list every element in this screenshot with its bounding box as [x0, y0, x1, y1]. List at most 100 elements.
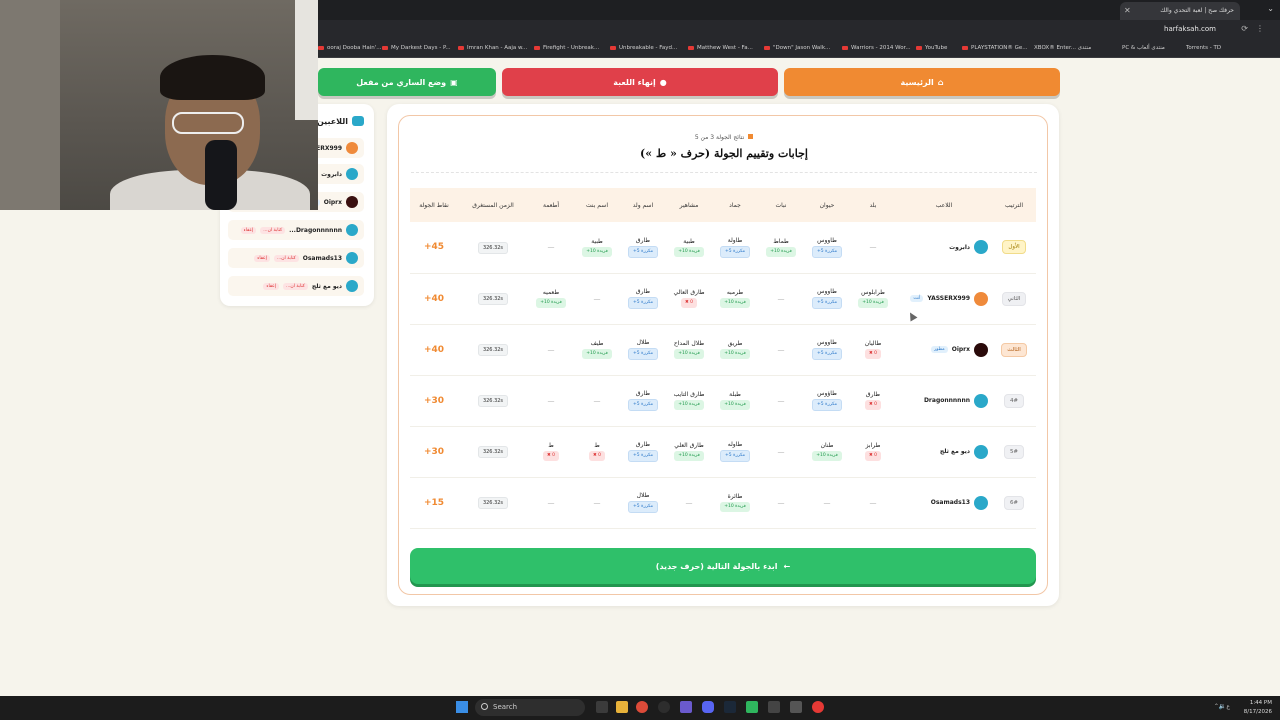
player-list-item[interactable]: Dragonnnnnn... كتابة ان... إعفاء — [228, 220, 364, 240]
bookmark-item[interactable]: XBOX® Enter... منتدى — [1034, 45, 1091, 51]
answer-cell: طارق العلي فريدة 10+ — [666, 426, 712, 478]
kick-button[interactable]: إعفاء — [254, 254, 270, 262]
home-icon: ⌂ — [937, 77, 944, 87]
bookmark-item[interactable]: PLAYSTATION® Ge... — [962, 45, 1028, 51]
kick-button[interactable]: إعفاء — [240, 226, 257, 234]
score-chip: مكررة 5+ — [720, 450, 750, 462]
player-cell: Oiprx مطور — [896, 324, 992, 376]
points-cell: 15+ — [410, 477, 458, 529]
empty-answer: — — [777, 396, 785, 405]
time-cell: 326.32s — [458, 273, 528, 325]
bookmark-item[interactable]: My Darkest Days - P... — [382, 45, 451, 51]
app-icon[interactable] — [790, 701, 802, 713]
webcam-background — [295, 0, 318, 120]
window-controls-icon[interactable]: ⌄ — [1267, 4, 1274, 13]
player-name: Dragonnnnnn — [923, 397, 970, 404]
home-button[interactable]: ⌂ الرئيسية — [784, 68, 1060, 96]
you-badge: أنت — [910, 295, 924, 302]
answer-cell: طاووس مكررة 5+ — [804, 324, 850, 376]
answer-cell: ط0 ✖ — [574, 426, 620, 478]
obs-icon[interactable] — [812, 701, 824, 713]
bookmark-item[interactable]: "Down" Jason Walk... — [764, 45, 830, 51]
bookmark-item[interactable]: Unbreakable - Fayd... — [610, 45, 677, 51]
browser-tab[interactable]: ✕ حرفك صح | لعبة التحدي والك — [1120, 2, 1240, 20]
score-chip: مكررة 5+ — [628, 399, 658, 411]
bookmark-item[interactable]: Warriors - 2014 Wor... — [842, 45, 911, 51]
player-list-item[interactable]: ديو مع ثلج كتابة ان... إعفاء — [228, 276, 364, 296]
youtube-icon — [318, 45, 324, 50]
answer-word: ط — [548, 442, 554, 450]
answer-word: طرابلوس — [861, 289, 885, 297]
app-icon[interactable] — [680, 701, 692, 713]
steam-icon[interactable] — [724, 701, 736, 713]
answer-cell: طارق التايب فريدة 10+ — [666, 375, 712, 427]
empty-answer: — — [777, 294, 785, 303]
bookmark-item[interactable]: Torrents - TD — [1186, 45, 1221, 51]
answer: طرابلوس فريدة 10+ — [858, 289, 888, 308]
elapsed-time: 326.32s — [477, 446, 509, 458]
typing-badge: كتابة ان... — [273, 254, 299, 262]
empty-answer: — — [547, 396, 555, 405]
developer-badge: مطور — [931, 346, 948, 353]
score-chip: فريدة 10+ — [720, 502, 750, 512]
answer-cell: — — [666, 477, 712, 529]
answer: طلال مكررة 5+ — [628, 492, 658, 513]
next-round-button[interactable]: ← ابدء بالجولة التالية (حرف جديد) — [410, 548, 1036, 584]
answer: طارق العالي 0 ✖ — [673, 289, 705, 308]
rank-badge: الثالث — [1001, 342, 1027, 357]
app-icon[interactable] — [746, 701, 758, 713]
close-tab-icon[interactable]: ✕ — [1124, 2, 1131, 20]
answer: طريق فريدة 10+ — [720, 340, 750, 359]
column-header: اسم ولد — [620, 188, 666, 222]
round-points: 15+ — [423, 497, 445, 508]
bookmark-item[interactable]: Firefight - Unbreak... — [534, 45, 599, 51]
score-chip: فريدة 10+ — [812, 451, 842, 461]
points-cell: 30+ — [410, 426, 458, 478]
player-info: Osamads13 — [896, 495, 992, 510]
answer-word: طبية — [591, 237, 603, 245]
chrome-icon[interactable] — [636, 701, 648, 713]
answer-word: طارق العالي — [673, 289, 705, 297]
bookmark-item[interactable]: PC & منتدى ألعاب — [1122, 45, 1165, 51]
answer-word: طاوله — [727, 441, 743, 449]
url-field[interactable]: harfaksah.com — [1164, 25, 1216, 33]
taskbar-search[interactable]: Search — [475, 699, 585, 716]
bookmark-item[interactable]: Imran Khan - Aaja w... — [458, 45, 527, 51]
score-chip: فريدة 10+ — [674, 246, 704, 257]
webcam-person — [160, 55, 265, 100]
points-cell: 40+ — [410, 273, 458, 325]
answer-cell: — — [574, 477, 620, 529]
bookmark-item[interactable]: YouTube — [916, 45, 947, 51]
mode-button[interactable]: ▣ وضع الساري من مفعل — [318, 68, 496, 96]
microphone-icon — [205, 140, 237, 210]
taskbar-clock[interactable]: 1:44 PM 8/17/2026 — [1244, 699, 1272, 717]
player-list-item[interactable]: Osamads13 كتابة ان... إعفاء — [228, 248, 364, 268]
round-points: 40+ — [423, 293, 445, 304]
answer-cell: — — [758, 375, 804, 427]
taskbar: Search ⌃🔉ع 1:44 PM 8/17/2026 — [0, 696, 1280, 720]
rank-cell: الأول — [992, 222, 1036, 274]
address-bar-actions-icon[interactable]: ⟳⋮ — [1241, 24, 1272, 33]
windows-start-icon[interactable] — [456, 701, 468, 713]
bookmark-item[interactable]: Matthew West - Fa... — [688, 45, 753, 51]
kick-button[interactable]: إعفاء — [263, 282, 280, 290]
table-row: 4# Dragonnnnnn طارق 0 ✖ طاؤوس مكررة 5+ — طبلة فر… — [410, 375, 1036, 427]
bookmark-item[interactable]: ooraj Dooba Hain'... — [318, 45, 382, 51]
answer-cell: طارق مكررة 5+ — [620, 426, 666, 478]
elapsed-time: 326.32s — [477, 241, 509, 254]
round-info: نتائج الجولة 3 من 5 — [399, 134, 1049, 141]
file-explorer-icon[interactable] — [616, 701, 628, 713]
player-name: YASSERX999 — [927, 295, 970, 302]
empty-answer: — — [593, 396, 601, 405]
elapsed-time: 326.32s — [477, 395, 509, 407]
system-tray-icons[interactable]: ⌃🔉ع — [1214, 703, 1230, 710]
end-game-button[interactable]: ● إنهاء اللعبة — [502, 68, 778, 96]
answer-word: طاؤوس — [817, 390, 837, 398]
discord-icon[interactable] — [702, 701, 714, 713]
score-chip: فريدة 10+ — [674, 349, 704, 359]
app-icon[interactable] — [768, 701, 780, 713]
task-view-icon[interactable] — [596, 701, 608, 713]
empty-answer: — — [547, 243, 555, 252]
app-icon[interactable] — [658, 701, 670, 713]
rank-badge: 5# — [1003, 444, 1025, 459]
